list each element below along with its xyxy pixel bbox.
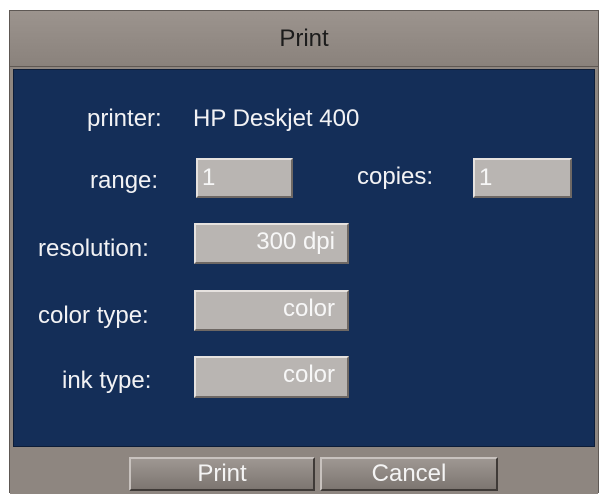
resolution-field[interactable]: 300 dpi bbox=[194, 223, 349, 264]
cancel-button[interactable]: Cancel bbox=[320, 457, 498, 491]
title-bar[interactable]: Print bbox=[10, 11, 598, 67]
ink-type-field[interactable]: color bbox=[194, 356, 349, 398]
copies-input[interactable] bbox=[473, 158, 572, 198]
resolution-label: resolution: bbox=[38, 235, 149, 262]
color-type-field[interactable]: color bbox=[194, 290, 349, 331]
range-input[interactable] bbox=[196, 158, 293, 198]
dialog-content: printer: HP Deskjet 400 range: copies: r… bbox=[13, 69, 595, 447]
print-button[interactable]: Print bbox=[129, 457, 315, 491]
dialog-footer: Print Cancel bbox=[10, 449, 598, 494]
ink-type-label: ink type: bbox=[62, 367, 152, 394]
print-dialog: Print printer: HP Deskjet 400 range: cop… bbox=[9, 10, 599, 494]
color-type-label: color type: bbox=[38, 302, 149, 329]
dialog-title: Print bbox=[279, 25, 329, 52]
range-label: range: bbox=[90, 167, 159, 194]
copies-label: copies: bbox=[357, 163, 434, 190]
printer-label: printer: bbox=[87, 105, 162, 132]
printer-value: HP Deskjet 400 bbox=[193, 105, 360, 132]
